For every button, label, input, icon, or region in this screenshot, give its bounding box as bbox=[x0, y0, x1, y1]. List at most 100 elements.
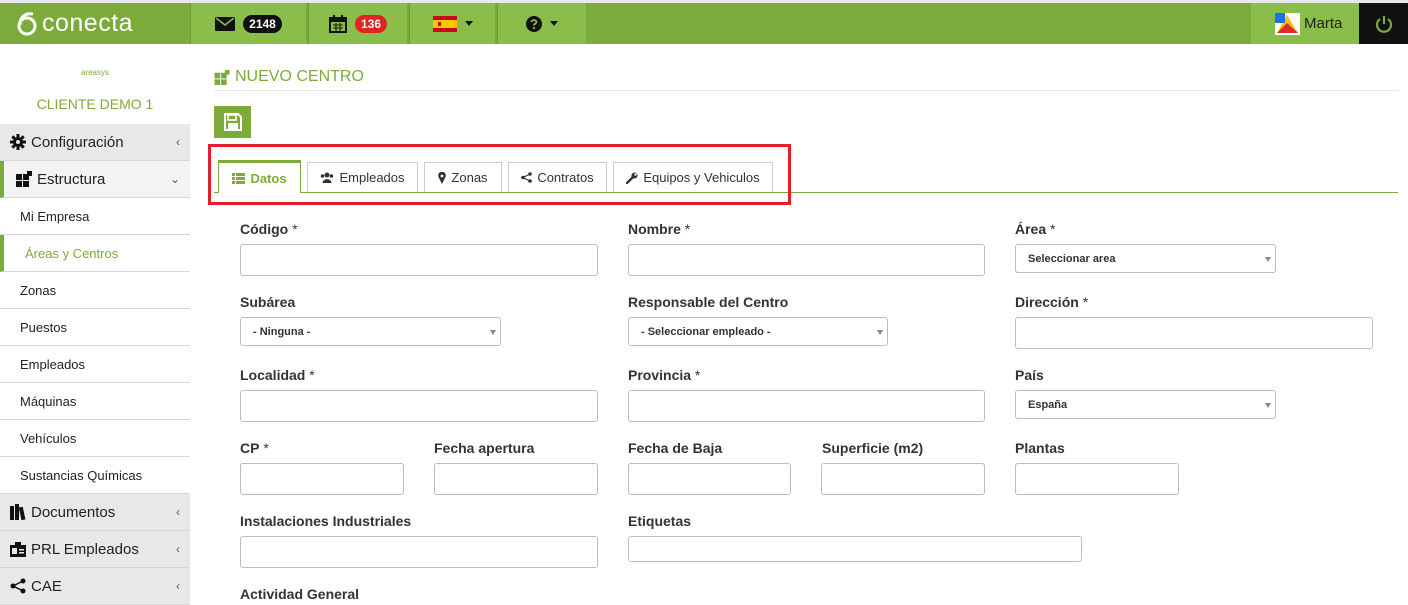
sidebar-item-zonas[interactable]: Zonas bbox=[0, 272, 190, 309]
localidad-input[interactable] bbox=[240, 390, 598, 422]
question-circle-icon bbox=[526, 15, 542, 32]
provincia-input[interactable] bbox=[628, 390, 985, 422]
sidebar-item-label: Puestos bbox=[20, 319, 67, 335]
sidebar-item-documentos[interactable]: Documentos ‹ bbox=[0, 494, 190, 531]
responsable-select[interactable]: - Seleccionar empleado - bbox=[628, 317, 888, 346]
messages-count-badge: 2148 bbox=[243, 14, 282, 33]
sidebar-item-label: Estructura bbox=[37, 170, 106, 188]
cp-input[interactable] bbox=[240, 463, 404, 495]
sidebar-item-puestos[interactable]: Puestos bbox=[0, 309, 190, 346]
sidebar-item-label: PRL Empleados bbox=[31, 540, 139, 558]
calendar-icon bbox=[328, 14, 347, 33]
plantas-input[interactable] bbox=[1015, 463, 1179, 495]
etiquetas-input[interactable] bbox=[628, 536, 1082, 562]
tabs-highlight-box bbox=[208, 144, 791, 205]
nombre-label: Nombre * bbox=[628, 221, 691, 237]
localidad-label: Localidad * bbox=[240, 367, 315, 383]
sidebar-item-prl-empleados[interactable]: PRL Empleados ‹ bbox=[0, 531, 190, 568]
user-menu[interactable]: Marta bbox=[1251, 3, 1359, 44]
help-dropdown[interactable] bbox=[497, 3, 586, 44]
direccion-label: Dirección * bbox=[1015, 294, 1089, 310]
chevron-down-icon bbox=[1265, 257, 1271, 262]
logo-six-icon bbox=[17, 12, 37, 36]
chevron-down-icon bbox=[1265, 403, 1271, 408]
pais-label: País bbox=[1015, 367, 1044, 383]
codigo-label: Código * bbox=[240, 221, 298, 237]
client-name: CLIENTE DEMO 1 bbox=[36, 96, 154, 112]
page-title: NUEVO CENTRO bbox=[214, 68, 364, 86]
app-logo[interactable]: conecta bbox=[14, 8, 133, 38]
sidebar-item-label: Sustancias Químicas bbox=[20, 467, 143, 483]
envelope-icon bbox=[215, 16, 236, 31]
fecha-apertura-label: Fecha apertura bbox=[434, 440, 535, 456]
fecha-apertura-input[interactable] bbox=[434, 463, 598, 495]
area-label: Área * bbox=[1015, 221, 1056, 237]
codigo-input[interactable] bbox=[240, 244, 598, 276]
chevron-down-icon bbox=[490, 330, 496, 335]
share-icon bbox=[10, 578, 26, 594]
sidebar-item-label: Máquinas bbox=[20, 393, 77, 409]
power-icon bbox=[1375, 15, 1392, 33]
sidebar-item-cae[interactable]: CAE ‹ bbox=[0, 568, 190, 605]
responsable-label: Responsable del Centro bbox=[628, 294, 789, 310]
chevron-left-icon: ‹ bbox=[176, 579, 180, 593]
pais-select-value: España bbox=[1028, 398, 1068, 411]
pais-select[interactable]: España bbox=[1015, 390, 1276, 419]
chevron-down-icon bbox=[550, 21, 558, 26]
books-icon bbox=[10, 504, 26, 520]
nombre-input[interactable] bbox=[628, 244, 985, 276]
sidebar-item-label: Zonas bbox=[20, 282, 57, 298]
gear-icon bbox=[10, 134, 26, 150]
fecha-baja-label: Fecha de Baja bbox=[628, 440, 723, 456]
chevron-left-icon: ‹ bbox=[176, 505, 180, 519]
subarea-select[interactable]: - Ninguna - bbox=[240, 317, 501, 346]
chevron-left-icon: ‹ bbox=[176, 542, 180, 556]
calendar-count-badge: 136 bbox=[354, 14, 388, 33]
area-select-value: Seleccionar area bbox=[1028, 252, 1116, 265]
sidebar-item-label: Vehículos bbox=[20, 430, 77, 446]
top-bar: conecta 2148 136 Marta bbox=[0, 0, 1408, 44]
instalaciones-label: Instalaciones Industriales bbox=[240, 513, 412, 529]
actividad-label: Actividad General bbox=[240, 586, 360, 602]
id-card-icon bbox=[10, 542, 26, 557]
user-avatar-icon bbox=[1275, 12, 1300, 35]
floppy-disk-icon bbox=[223, 113, 242, 131]
grid-icon bbox=[16, 171, 32, 187]
sidebar-item-vehiculos[interactable]: Vehículos bbox=[0, 420, 190, 457]
cp-label: CP * bbox=[240, 440, 269, 456]
superficie-input[interactable] bbox=[821, 463, 985, 495]
brand-logo: areasys bbox=[80, 68, 109, 77]
sidebar-item-configuracion[interactable]: Configuración ‹ bbox=[0, 124, 190, 161]
plantas-label: Plantas bbox=[1015, 440, 1065, 456]
chevron-left-icon: ‹ bbox=[176, 135, 180, 149]
subarea-label: Subárea bbox=[240, 294, 296, 310]
area-select[interactable]: Seleccionar area bbox=[1015, 244, 1276, 273]
sidebar: areasys CLIENTE DEMO 1 Configuración ‹ E… bbox=[0, 44, 190, 605]
sidebar-item-areas-centros[interactable]: Áreas y Centros bbox=[0, 235, 190, 272]
sidebar-item-empleados[interactable]: Empleados bbox=[0, 346, 190, 383]
sidebar-item-label: Empleados bbox=[20, 356, 86, 372]
chevron-down-icon: ⌄ bbox=[169, 172, 180, 186]
instalaciones-input[interactable] bbox=[240, 536, 598, 568]
sidebar-item-estructura[interactable]: Estructura ⌄ bbox=[0, 161, 190, 198]
sidebar-item-sustancias[interactable]: Sustancias Químicas bbox=[0, 457, 190, 494]
chevron-down-icon bbox=[464, 21, 473, 26]
messages-button[interactable]: 2148 bbox=[190, 3, 306, 44]
sidebar-nav: Configuración ‹ Estructura ⌄ Mi Empresa … bbox=[0, 124, 190, 605]
logout-button[interactable] bbox=[1359, 3, 1408, 44]
sidebar-item-label: Configuración bbox=[31, 133, 124, 151]
sidebar-item-maquinas[interactable]: Máquinas bbox=[0, 383, 190, 420]
calendar-button[interactable]: 136 bbox=[308, 3, 407, 44]
etiquetas-label: Etiquetas bbox=[628, 513, 692, 529]
superficie-label: Superficie (m2) bbox=[822, 440, 924, 456]
sidebar-item-mi-empresa[interactable]: Mi Empresa bbox=[0, 198, 190, 235]
fecha-baja-input[interactable] bbox=[628, 463, 791, 495]
subarea-select-value: - Ninguna - bbox=[253, 325, 311, 338]
direccion-input[interactable] bbox=[1015, 317, 1373, 349]
sidebar-item-label: Documentos bbox=[31, 503, 116, 521]
sidebar-item-label: Áreas y Centros bbox=[25, 245, 119, 261]
logo-text: conecta bbox=[42, 8, 134, 37]
chevron-down-icon bbox=[877, 330, 883, 335]
language-dropdown[interactable] bbox=[409, 3, 495, 44]
save-button[interactable] bbox=[214, 106, 251, 138]
